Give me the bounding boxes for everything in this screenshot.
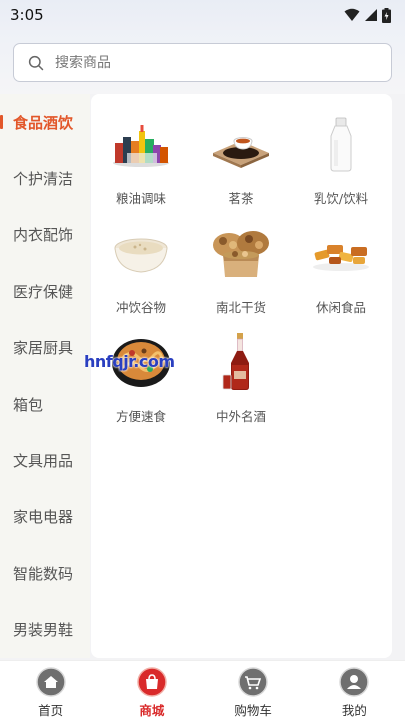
status-bar: 3:05 <box>0 0 405 30</box>
wifi-icon <box>344 8 360 21</box>
tab-label: 我的 <box>341 703 367 718</box>
tab-label: 首页 <box>38 703 64 718</box>
subcategory-label: 南北干货 <box>215 300 266 315</box>
subcategory-label: 乳饮/饮料 <box>313 191 369 206</box>
milk-bottle-icon <box>309 112 373 176</box>
bottom-tab-bar: 首页 商城 购物车 我的 <box>0 660 405 720</box>
battery-icon <box>382 7 391 23</box>
sidebar-item-digital[interactable]: 智能数码 <box>0 545 90 601</box>
watermark-text: hnfqjr.com <box>84 352 175 371</box>
status-time: 3:05 <box>10 6 44 24</box>
subcategory-label: 茗茶 <box>228 191 254 206</box>
tab-cart[interactable]: 购物车 <box>203 661 304 720</box>
sidebar-item-stationery[interactable]: 文具用品 <box>0 432 90 488</box>
sidebar-item-food-drinks[interactable]: 食品酒饮 <box>0 94 90 150</box>
tab-label: 购物车 <box>234 703 272 718</box>
search-input[interactable] <box>55 54 355 71</box>
snacks-icon <box>309 221 373 285</box>
search-icon <box>28 55 44 71</box>
subcategory-item-cereals[interactable]: 冲饮谷物 <box>91 221 191 321</box>
subcategory-label: 中外名酒 <box>215 409 266 424</box>
groceries-icon <box>109 112 173 176</box>
tab-mall[interactable]: 商城 <box>101 661 202 720</box>
category-sidebar: 食品酒饮 个护清洁 内衣配饰 医疗保健 家居厨具 箱包 文具用品 家电电器 智能… <box>0 94 90 658</box>
subcategory-label: 方便速食 <box>115 409 166 424</box>
tab-label: 商城 <box>139 703 165 718</box>
porridge-icon <box>109 221 173 285</box>
shop-bag-icon <box>137 667 167 697</box>
subcategory-item-snacks[interactable]: 休闲食品 <box>291 221 391 321</box>
subcategory-panel: 粮油调味 茗茶 乳饮/饮料 冲饮谷物 南北干货 休闲食品 方便速食 中外名酒 <box>91 94 392 658</box>
sidebar-item-menswear[interactable]: 男装男鞋 <box>0 602 90 658</box>
home-icon <box>35 667 66 697</box>
tea-icon <box>209 112 273 176</box>
subcategory-label: 休闲食品 <box>315 300 366 315</box>
header <box>0 30 405 94</box>
cart-icon <box>238 667 268 697</box>
status-icons <box>344 7 391 23</box>
subcategory-item-famous-wines[interactable]: 中外名酒 <box>191 330 291 430</box>
subcategory-item-dried-goods[interactable]: 南北干货 <box>191 221 291 321</box>
sidebar-item-personal-care[interactable]: 个护清洁 <box>0 150 90 206</box>
subcategory-label: 冲饮谷物 <box>115 300 166 315</box>
user-icon <box>339 667 370 697</box>
nuts-icon <box>209 221 273 285</box>
subcategory-item-instant-food[interactable]: 方便速食 <box>91 330 191 430</box>
subcategory-label: 粮油调味 <box>115 191 166 206</box>
subcategory-item-dairy-drinks[interactable]: 乳饮/饮料 <box>291 112 391 212</box>
sidebar-item-appliances[interactable]: 家电电器 <box>0 489 90 545</box>
search-box[interactable] <box>13 43 392 82</box>
tab-home[interactable]: 首页 <box>0 661 101 720</box>
signal-icon <box>365 9 377 21</box>
wine-bottle-icon <box>209 330 273 394</box>
sidebar-item-healthcare[interactable]: 医疗保健 <box>0 263 90 319</box>
sidebar-item-bags[interactable]: 箱包 <box>0 376 90 432</box>
sidebar-item-home-kitchen[interactable]: 家居厨具 <box>0 320 90 376</box>
subcategory-item-grain-oil[interactable]: 粮油调味 <box>91 112 191 212</box>
tab-profile[interactable]: 我的 <box>304 661 405 720</box>
subcategory-item-tea[interactable]: 茗茶 <box>191 112 291 212</box>
sidebar-item-underwear-accessories[interactable]: 内衣配饰 <box>0 207 90 263</box>
